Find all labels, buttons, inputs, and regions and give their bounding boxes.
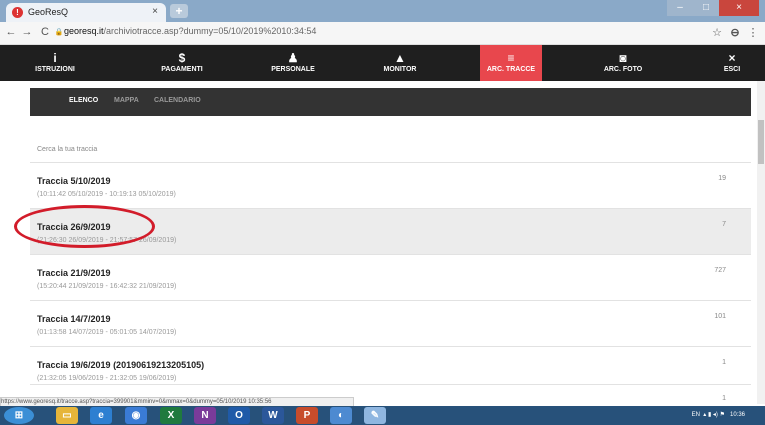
track-count: 101 <box>714 313 726 320</box>
powerpoint-icon[interactable]: P <box>296 407 318 424</box>
close-icon: × <box>728 51 736 65</box>
track-row[interactable]: Traccia 5/10/2019 (10:11:42 05/10/2019 -… <box>30 162 751 209</box>
camera-icon: ◙ <box>619 51 627 65</box>
onenote-icon[interactable]: N <box>194 407 216 424</box>
track-count: 1 <box>722 395 726 402</box>
url-domain: georesq.it <box>64 26 104 36</box>
window-controls: – □ × <box>667 0 759 16</box>
ie-icon[interactable]: e <box>90 407 112 424</box>
maximize-button[interactable]: □ <box>693 0 719 16</box>
track-count: 19 <box>718 175 726 182</box>
browser-menu-icon[interactable]: ⋮ <box>746 26 760 39</box>
track-row[interactable]: Traccia 21/9/2019 (15:20:44 21/09/2019 -… <box>30 254 751 301</box>
track-title: Traccia 21/9/2019 <box>37 268 111 278</box>
nav-istruzioni[interactable]: i ISTRUZIONI <box>28 45 82 81</box>
outlook-icon[interactable]: O <box>228 407 250 424</box>
tab-mappa[interactable]: MAPPA <box>114 97 139 104</box>
nav-label: ISTRUZIONI <box>35 66 75 73</box>
track-row[interactable]: 1 <box>30 384 751 402</box>
reload-button[interactable]: C <box>38 26 52 38</box>
nav-arc-foto[interactable]: ◙ ARC. FOTO <box>596 45 650 81</box>
georesq-favicon-icon: ! <box>12 7 23 18</box>
system-tray: EN ▴ ▮ ◂) ⚑ 10:36 <box>692 406 745 425</box>
tab-calendario[interactable]: CALENDARIO <box>154 97 201 104</box>
browser-tab[interactable]: ! GeoResQ × <box>6 3 166 22</box>
monitor-icon: ▲ <box>394 51 406 65</box>
track-count: 727 <box>714 267 726 274</box>
track-range: (10:11:42 05/10/2019 - 10:19:13 05/10/20… <box>37 191 176 198</box>
track-count: 1 <box>722 359 726 366</box>
nav-monitor[interactable]: ▲ MONITOR <box>375 45 425 81</box>
person-icon: ♟ <box>287 51 299 65</box>
nav-pagamenti[interactable]: $ PAGAMENTI <box>152 45 212 81</box>
app-icon[interactable]: ◐ <box>330 407 352 424</box>
back-button[interactable]: ← <box>4 26 18 38</box>
app-navigation: i ISTRUZIONI $ PAGAMENTI ♟ PERSONALE ▲ M… <box>0 45 765 81</box>
track-range: (01:13:58 14/07/2019 - 05:01:05 14/07/20… <box>37 329 177 336</box>
window-close-button[interactable]: × <box>719 0 759 16</box>
track-range: (15:20:44 21/09/2019 - 16:42:32 21/09/20… <box>37 283 177 290</box>
nav-arc-tracce[interactable]: ≡ ARC. TRACCE <box>480 45 542 81</box>
bookmark-star-icon[interactable]: ☆ <box>710 26 724 39</box>
dollar-icon: $ <box>178 51 186 65</box>
language-indicator[interactable]: EN <box>692 412 700 418</box>
url-path: /archiviotracce.asp?dummy=05/10/2019%201… <box>103 26 317 36</box>
nav-label: PERSONALE <box>271 66 315 73</box>
account-icon[interactable]: ⊖ <box>728 26 742 39</box>
tray-icons[interactable]: ▴ ▮ ◂) ⚑ <box>702 412 729 418</box>
track-title: Traccia 19/6/2019 (20190619213205105) <box>37 360 205 370</box>
start-button[interactable]: ⊞ <box>4 407 34 424</box>
word-icon[interactable]: W <box>262 407 284 424</box>
nav-label: ARC. FOTO <box>603 66 643 73</box>
excel-icon[interactable]: X <box>160 407 182 424</box>
info-icon: i <box>53 51 57 65</box>
nav-label: ARC. TRACCE <box>486 66 536 73</box>
url-field[interactable]: georesq.it/archiviotracce.asp?dummy=05/1… <box>64 26 316 36</box>
search-label[interactable]: Cerca la tua traccia <box>37 146 97 153</box>
new-tab-button[interactable]: + <box>170 4 188 18</box>
sub-navigation: ELENCO MAPPA CALENDARIO <box>30 88 751 116</box>
track-title: Traccia 14/7/2019 <box>37 314 111 324</box>
tab-elenco[interactable]: ELENCO <box>69 97 98 104</box>
chrome-icon[interactable]: ◉ <box>125 407 147 424</box>
track-range: (21:32:05 19/06/2019 - 21:32:05 19/06/20… <box>37 375 177 382</box>
browser-title-bar: ! GeoResQ × + – □ × <box>0 0 765 22</box>
tab-close-icon[interactable]: × <box>152 6 158 17</box>
track-row[interactable]: Traccia 14/7/2019 (01:13:58 14/07/2019 -… <box>30 300 751 347</box>
nav-label: PAGAMENTI <box>161 66 203 73</box>
paint-icon[interactable]: ✎ <box>364 407 386 424</box>
nav-esci[interactable]: × ESCI <box>715 45 749 81</box>
clock[interactable]: 10:36 <box>730 412 745 418</box>
minimize-button[interactable]: – <box>667 0 693 16</box>
taskbar: ⊞ ▭ e ◉ X N O W P ◐ ✎ EN ▴ ▮ ◂) ⚑ 10:36 <box>0 406 765 425</box>
tab-title: GeoResQ <box>28 7 69 17</box>
forward-button[interactable]: → <box>20 26 34 38</box>
track-title: Traccia 5/10/2019 <box>37 176 111 186</box>
scrollbar-thumb[interactable] <box>758 120 764 164</box>
highlight-circle <box>14 205 155 248</box>
nav-label: MONITOR <box>383 66 417 73</box>
nav-label: ESCI <box>723 66 741 73</box>
track-count: 7 <box>722 221 726 228</box>
address-bar: ← → C 🔒 georesq.it/archiviotracce.asp?du… <box>0 22 765 45</box>
explorer-icon[interactable]: ▭ <box>56 407 78 424</box>
list-icon: ≡ <box>507 51 515 65</box>
nav-personale[interactable]: ♟ PERSONALE <box>263 45 323 81</box>
